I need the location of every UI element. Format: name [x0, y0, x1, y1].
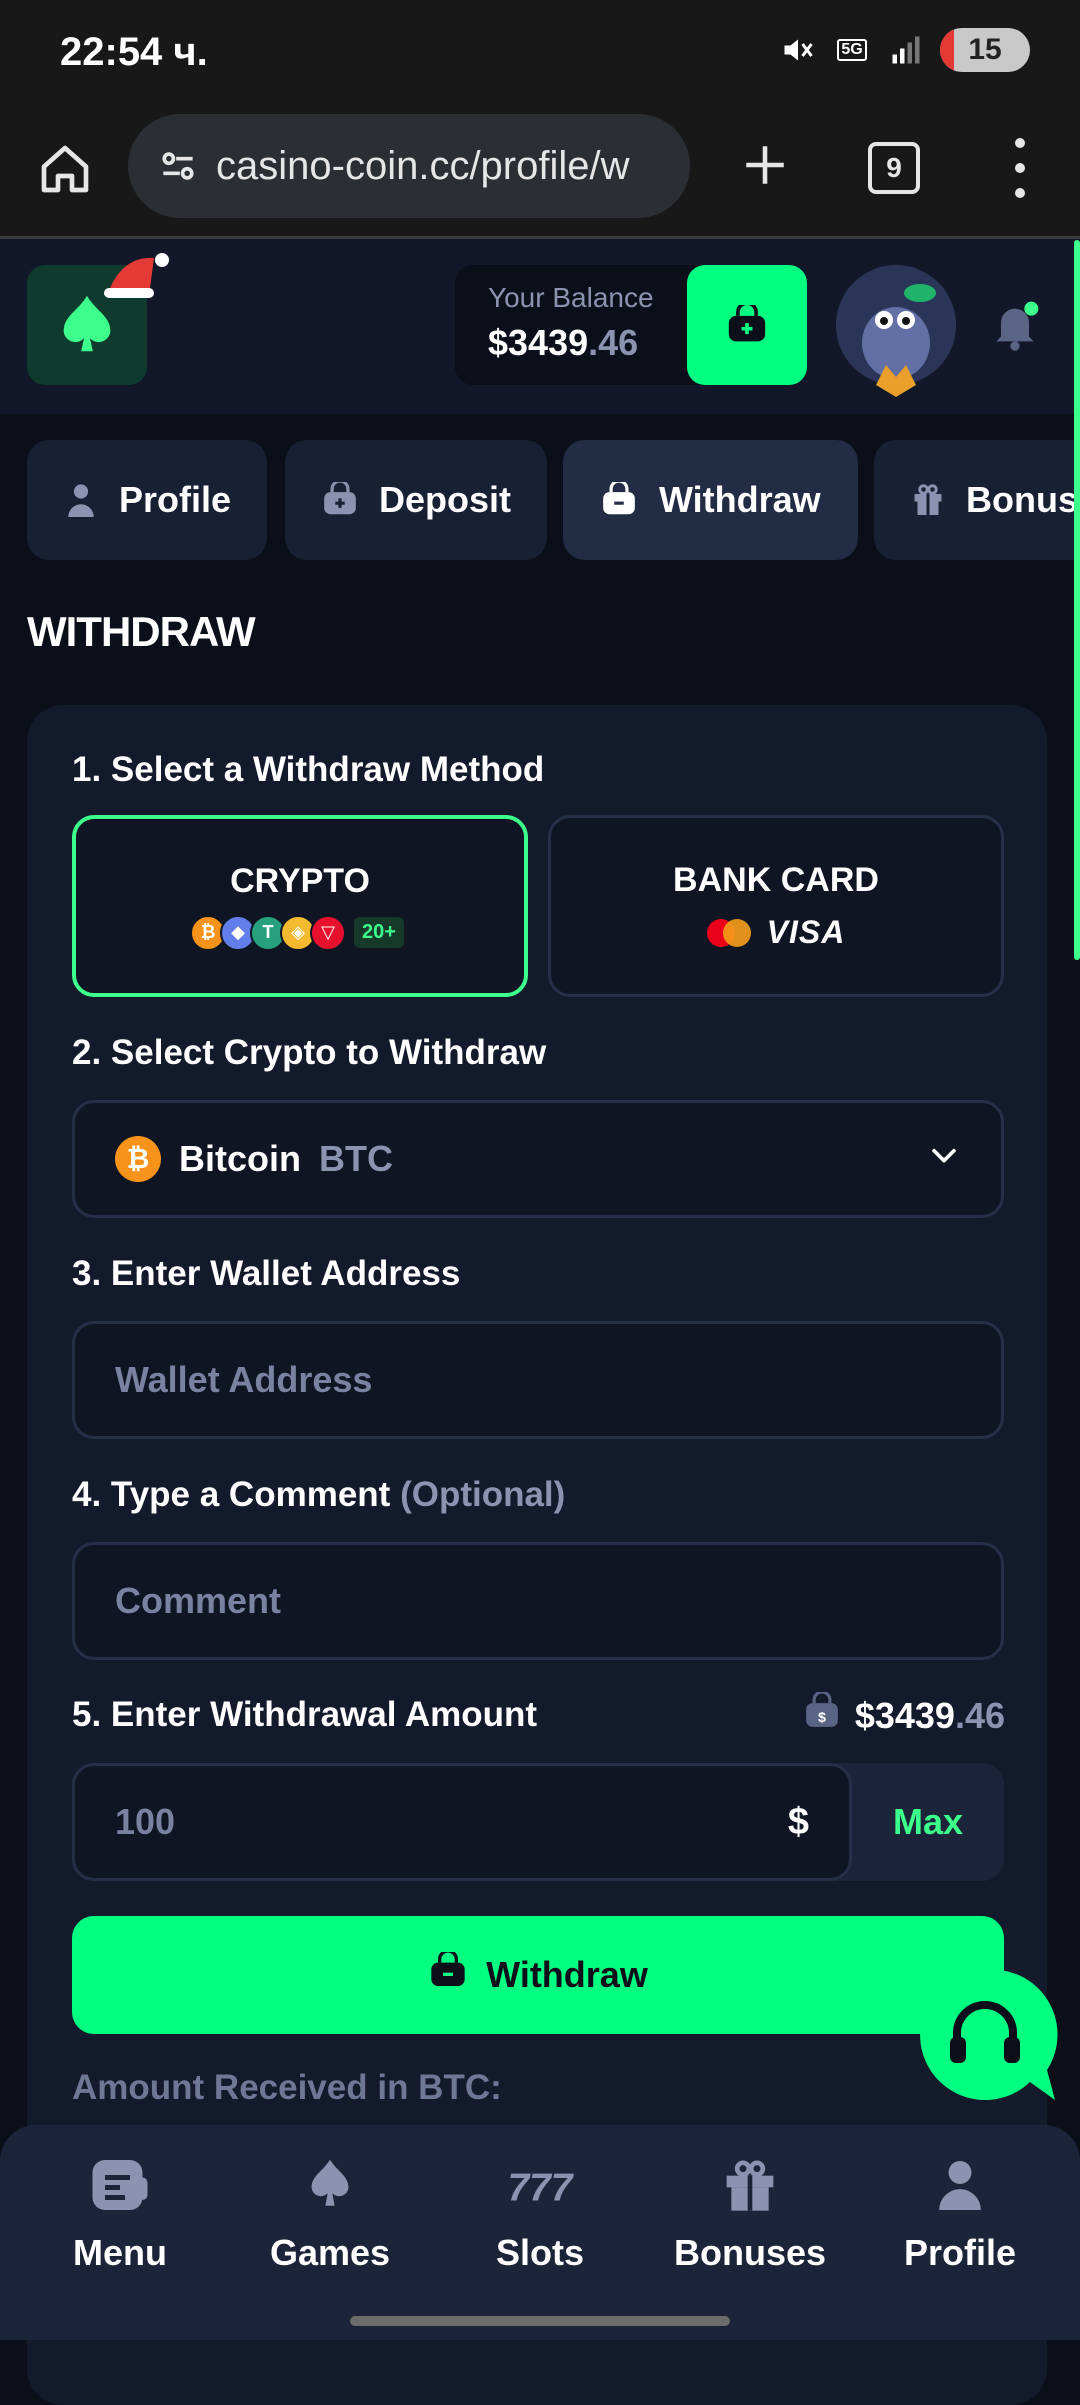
- tab-profile[interactable]: Profile: [27, 440, 267, 560]
- plus-icon: [746, 146, 784, 184]
- available-main: $3439: [854, 1694, 955, 1736]
- site-settings-icon[interactable]: [148, 144, 208, 188]
- browser-toolbar: casino-coin.cc/profile/w 9: [0, 110, 1080, 239]
- nav-menu-label: Menu: [73, 2232, 167, 2273]
- page-title: WITHDRAW: [27, 608, 256, 655]
- nav-games[interactable]: Games: [240, 2150, 420, 2274]
- chevron-down-icon: [927, 1138, 961, 1181]
- scrollbar[interactable]: [1074, 240, 1080, 960]
- tab-switcher-button[interactable]: 9: [868, 142, 920, 194]
- spade-icon: [295, 2150, 365, 2220]
- comment-label-text: 4. Type a Comment: [72, 1475, 391, 1514]
- card-brand-icons: VISA: [706, 914, 846, 951]
- gesture-home-indicator[interactable]: [350, 2316, 730, 2326]
- support-chat-button[interactable]: [910, 1965, 1060, 2105]
- step-crypto-label: 2. Select Crypto to Withdraw: [72, 1033, 547, 1072]
- method-bank-title: BANK CARD: [673, 861, 879, 899]
- gift-icon: [910, 480, 946, 520]
- mute-icon: [778, 30, 818, 70]
- signal-icon: [886, 30, 926, 70]
- step-amount-label: 5. Enter Withdrawal Amount: [72, 1695, 538, 1734]
- nav-profile[interactable]: Profile: [870, 2150, 1050, 2274]
- nav-bonuses-label: Bonuses: [673, 2232, 827, 2273]
- status-time: 22:54 ч.: [60, 30, 208, 74]
- user-avatar[interactable]: [836, 265, 956, 397]
- nav-bonuses[interactable]: Bonuses: [660, 2150, 840, 2274]
- tab-withdraw-label: Withdraw: [659, 479, 821, 520]
- visa-icon: VISA: [766, 914, 846, 950]
- tab-bonus[interactable]: Bonus: [874, 440, 1080, 560]
- slots-777-icon: 777: [505, 2150, 575, 2220]
- network-label: 5G: [837, 39, 867, 61]
- method-crypto-option[interactable]: CRYPTO ₿ ◆ T ◈ ▽ 20+: [72, 815, 528, 997]
- step-wallet-label: 3. Enter Wallet Address: [72, 1254, 461, 1293]
- available-balance: $ $3439.46: [803, 1690, 1005, 1739]
- max-button[interactable]: Max: [852, 1763, 1004, 1881]
- battery-level: 15: [968, 33, 1002, 66]
- new-tab-button[interactable]: [730, 130, 800, 200]
- santa-hat-icon: [102, 248, 172, 308]
- crypto-coin-icons: ₿ ◆ T ◈ ▽ 20+: [190, 914, 404, 951]
- notifications-bell[interactable]: [985, 295, 1045, 355]
- nav-profile-label: Profile: [903, 2232, 1017, 2273]
- url-text[interactable]: casino-coin.cc/profile/w: [216, 144, 630, 189]
- nav-games-label: Games: [269, 2232, 391, 2273]
- headset-support-icon: [920, 1969, 1058, 2100]
- step-comment-label: 4. Type a Comment (Optional): [72, 1475, 565, 1515]
- tab-withdraw[interactable]: Withdraw: [563, 440, 858, 560]
- balance-label: Your Balance: [488, 282, 654, 313]
- battery-indicator: 15: [940, 28, 1030, 72]
- amount-received-label: Amount Received in BTC:: [72, 2068, 502, 2107]
- comment-optional-text: (Optional): [400, 1475, 566, 1514]
- network-5g-icon: 5G: [832, 30, 872, 70]
- gift-icon: [715, 2150, 785, 2220]
- balance-cents: .46: [588, 322, 639, 363]
- amount-value: 100: [115, 1801, 176, 1842]
- withdraw-button[interactable]: Withdraw: [72, 1916, 1004, 2034]
- comment-input[interactable]: Comment: [72, 1542, 1004, 1660]
- deposit-wallet-button[interactable]: [687, 265, 807, 385]
- crypto-ticker: BTC: [319, 1138, 393, 1179]
- nav-slots[interactable]: 777 Slots: [450, 2150, 630, 2274]
- mastercard-icon: [706, 918, 751, 947]
- wallet-minus-icon: [428, 1948, 468, 1999]
- menu-icon: [85, 2150, 155, 2220]
- tron-icon: ▽: [310, 914, 347, 951]
- dino-avatar-icon: [836, 265, 956, 397]
- tab-deposit-label: Deposit: [379, 479, 512, 520]
- person-icon: [63, 480, 99, 520]
- nav-slots-label: Slots: [495, 2232, 584, 2273]
- tab-deposit[interactable]: Deposit: [285, 440, 547, 560]
- more-menu-icon[interactable]: [1000, 138, 1040, 198]
- bitcoin-icon: ₿: [115, 1136, 161, 1182]
- crypto-name: Bitcoin: [179, 1138, 301, 1179]
- tab-profile-label: Profile: [118, 479, 231, 520]
- step-method-label: 1. Select a Withdraw Method: [72, 750, 545, 789]
- balance-value: $3439.46: [488, 322, 638, 364]
- wallet-minus-icon: [599, 480, 639, 520]
- amount-input[interactable]: 100 $: [72, 1763, 852, 1881]
- wallet-plus-icon: [728, 305, 766, 342]
- crypto-select-dropdown[interactable]: ₿ Bitcoin BTC: [72, 1100, 1004, 1218]
- address-bar[interactable]: casino-coin.cc/profile/w: [128, 114, 690, 218]
- tab-bonus-label: Bonus: [966, 479, 1078, 520]
- home-button[interactable]: [30, 134, 100, 204]
- nav-menu[interactable]: Menu: [30, 2150, 210, 2274]
- svg-text:$: $: [818, 1710, 826, 1726]
- status-icons: 5G 15: [778, 28, 1030, 72]
- bell-icon: [996, 301, 1039, 351]
- currency-symbol: $: [787, 1800, 809, 1843]
- home-icon: [41, 145, 89, 193]
- svg-text:777: 777: [508, 2167, 575, 2210]
- wallet-address-input[interactable]: Wallet Address: [72, 1321, 1004, 1439]
- balance-main: $3439: [488, 322, 589, 363]
- more-coins-badge: 20+: [354, 917, 404, 948]
- person-icon: [925, 2150, 995, 2220]
- wallet-plus-icon: [321, 480, 359, 520]
- withdraw-button-label: Withdraw: [486, 1954, 648, 1995]
- wallet-dollar-icon: $: [803, 1690, 841, 1739]
- available-cents: .46: [954, 1694, 1005, 1736]
- method-crypto-title: CRYPTO: [230, 861, 370, 900]
- method-bank-card-option[interactable]: BANK CARD VISA: [548, 815, 1004, 997]
